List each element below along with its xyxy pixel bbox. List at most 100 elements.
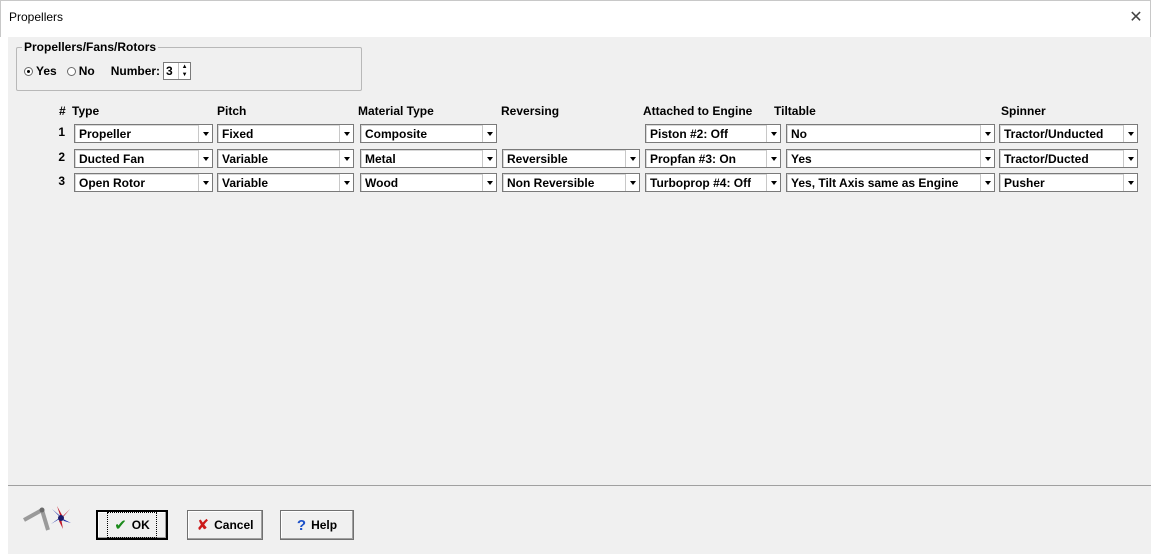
material-combo[interactable]: Metal bbox=[360, 149, 497, 168]
spinner-arrows[interactable]: ▲ ▼ bbox=[178, 63, 190, 79]
dropdown-arrow-icon[interactable] bbox=[625, 174, 639, 191]
spinner-combo[interactable]: Tractor/Ducted bbox=[999, 149, 1138, 168]
help-button-label: Help bbox=[311, 518, 338, 532]
engine-combo-value[interactable]: Propfan #3: On bbox=[650, 152, 736, 166]
type-combo[interactable]: Open Rotor bbox=[74, 173, 213, 192]
dialog-client-area: Propellers/Fans/Rotors Yes No Number: 3 … bbox=[8, 37, 1151, 485]
spinner-down-icon[interactable]: ▼ bbox=[179, 71, 190, 79]
dropdown-arrow-icon[interactable] bbox=[766, 174, 780, 191]
type-combo-value[interactable]: Ducted Fan bbox=[79, 152, 144, 166]
column-header-engine: Attached to Engine bbox=[643, 104, 753, 118]
checkmark-icon: ✔ bbox=[114, 517, 127, 534]
pitch-combo-value[interactable]: Variable bbox=[222, 152, 268, 166]
spinner-combo[interactable]: Tractor/Unducted bbox=[999, 124, 1138, 143]
column-header-tiltable: Tiltable bbox=[774, 104, 816, 118]
tiltable-combo-value[interactable]: Yes bbox=[791, 152, 812, 166]
pitch-combo[interactable]: Variable bbox=[217, 173, 354, 192]
ok-button[interactable]: ✔ OK bbox=[96, 510, 168, 540]
number-spinner-value[interactable]: 3 bbox=[164, 63, 178, 79]
dropdown-arrow-icon[interactable] bbox=[482, 174, 496, 191]
engine-combo-value[interactable]: Piston #2: Off bbox=[650, 127, 728, 141]
groupbox-legend: Propellers/Fans/Rotors bbox=[22, 40, 159, 54]
propellers-options-row: Yes No Number: 3 ▲ ▼ bbox=[24, 62, 192, 80]
spinner-combo-value[interactable]: Pusher bbox=[1004, 176, 1045, 190]
spinner-combo-value[interactable]: Tractor/Ducted bbox=[1004, 152, 1089, 166]
material-combo-value[interactable]: Metal bbox=[365, 152, 396, 166]
type-combo-value[interactable]: Open Rotor bbox=[79, 176, 145, 190]
dropdown-arrow-icon[interactable] bbox=[625, 150, 639, 167]
dropdown-arrow-icon[interactable] bbox=[1123, 174, 1137, 191]
close-icon[interactable]: ✕ bbox=[1126, 9, 1146, 27]
tiltable-combo[interactable]: Yes, Tilt Axis same as Engine bbox=[786, 173, 995, 192]
cancel-button-label: Cancel bbox=[214, 518, 254, 532]
dropdown-arrow-icon[interactable] bbox=[198, 125, 212, 142]
propeller-fan-logo-icon bbox=[23, 506, 71, 531]
material-combo-value[interactable]: Wood bbox=[365, 176, 398, 190]
propellers-groupbox: Propellers/Fans/Rotors Yes No Number: 3 … bbox=[16, 40, 362, 91]
type-combo-value[interactable]: Propeller bbox=[79, 127, 131, 141]
window-left-edge bbox=[0, 37, 8, 554]
dropdown-arrow-icon[interactable] bbox=[482, 125, 496, 142]
question-mark-icon: ? bbox=[296, 516, 307, 534]
pitch-combo-value[interactable]: Variable bbox=[222, 176, 268, 190]
no-radio[interactable] bbox=[66, 66, 76, 76]
reversing-combo[interactable]: Non Reversible bbox=[502, 173, 640, 192]
dialog-footer: ✔ OK ✘ Cancel ? Help bbox=[8, 485, 1151, 554]
material-combo[interactable]: Wood bbox=[360, 173, 497, 192]
ok-button-focus[interactable]: ✔ OK bbox=[107, 512, 157, 538]
dropdown-arrow-icon[interactable] bbox=[198, 150, 212, 167]
type-combo[interactable]: Propeller bbox=[74, 124, 213, 143]
dropdown-arrow-icon[interactable] bbox=[766, 150, 780, 167]
number-spinner[interactable]: 3 ▲ ▼ bbox=[163, 62, 192, 80]
tiltable-combo-value[interactable]: No bbox=[791, 127, 807, 141]
no-radio-label[interactable]: No bbox=[79, 64, 95, 78]
dropdown-arrow-icon[interactable] bbox=[980, 174, 994, 191]
dropdown-arrow-icon[interactable] bbox=[1123, 125, 1137, 142]
dropdown-arrow-icon[interactable] bbox=[198, 174, 212, 191]
yes-radio[interactable] bbox=[24, 66, 33, 76]
dropdown-arrow-icon[interactable] bbox=[766, 125, 780, 142]
spinner-up-icon[interactable]: ▲ bbox=[179, 63, 190, 71]
pitch-combo[interactable]: Fixed bbox=[217, 124, 354, 143]
spinner-combo[interactable]: Pusher bbox=[999, 173, 1138, 192]
spinner-combo-value[interactable]: Tractor/Unducted bbox=[1004, 127, 1103, 141]
help-button[interactable]: ? Help bbox=[280, 510, 354, 540]
ok-button-label: OK bbox=[131, 518, 150, 532]
column-header-pitch: Pitch bbox=[217, 104, 247, 118]
dropdown-arrow-icon[interactable] bbox=[339, 150, 353, 167]
column-header-reversing: Reversing bbox=[501, 104, 560, 118]
row-number: 1 bbox=[58, 125, 65, 139]
yes-radio-label[interactable]: Yes bbox=[36, 64, 57, 78]
engine-combo-value[interactable]: Turboprop #4: Off bbox=[650, 176, 751, 190]
reversing-combo[interactable]: Reversible bbox=[502, 149, 640, 168]
pitch-combo[interactable]: Variable bbox=[217, 149, 354, 168]
tiltable-combo-value[interactable]: Yes, Tilt Axis same as Engine bbox=[791, 176, 958, 190]
material-combo-value[interactable]: Composite bbox=[365, 127, 427, 141]
engine-combo[interactable]: Turboprop #4: Off bbox=[645, 173, 781, 192]
tiltable-combo[interactable]: Yes bbox=[786, 149, 995, 168]
dropdown-arrow-icon[interactable] bbox=[339, 174, 353, 191]
pitch-combo-value[interactable]: Fixed bbox=[222, 127, 253, 141]
title-bar: Propellers ✕ bbox=[0, 0, 1151, 37]
dropdown-arrow-icon[interactable] bbox=[1123, 150, 1137, 167]
row-number: 3 bbox=[58, 174, 65, 188]
column-header-spinner: Spinner bbox=[1001, 104, 1046, 118]
reversing-combo-value[interactable]: Non Reversible bbox=[507, 176, 594, 190]
engine-combo[interactable]: Piston #2: Off bbox=[645, 124, 781, 143]
cancel-button[interactable]: ✘ Cancel bbox=[187, 510, 263, 540]
engine-combo[interactable]: Propfan #3: On bbox=[645, 149, 781, 168]
dropdown-arrow-icon[interactable] bbox=[339, 125, 353, 142]
material-combo[interactable]: Composite bbox=[360, 124, 497, 143]
column-header-type: Type bbox=[72, 104, 100, 118]
dropdown-arrow-icon[interactable] bbox=[980, 125, 994, 142]
type-combo[interactable]: Ducted Fan bbox=[74, 149, 213, 168]
column-header-num: # bbox=[59, 104, 66, 118]
reversing-combo-value[interactable]: Reversible bbox=[507, 152, 568, 166]
number-label: Number: bbox=[110, 64, 161, 78]
dropdown-arrow-icon[interactable] bbox=[482, 150, 496, 167]
tiltable-combo[interactable]: No bbox=[786, 124, 995, 143]
x-mark-icon: ✘ bbox=[196, 517, 210, 534]
window-title: Propellers bbox=[9, 10, 64, 24]
dropdown-arrow-icon[interactable] bbox=[980, 150, 994, 167]
row-number: 2 bbox=[58, 150, 65, 164]
